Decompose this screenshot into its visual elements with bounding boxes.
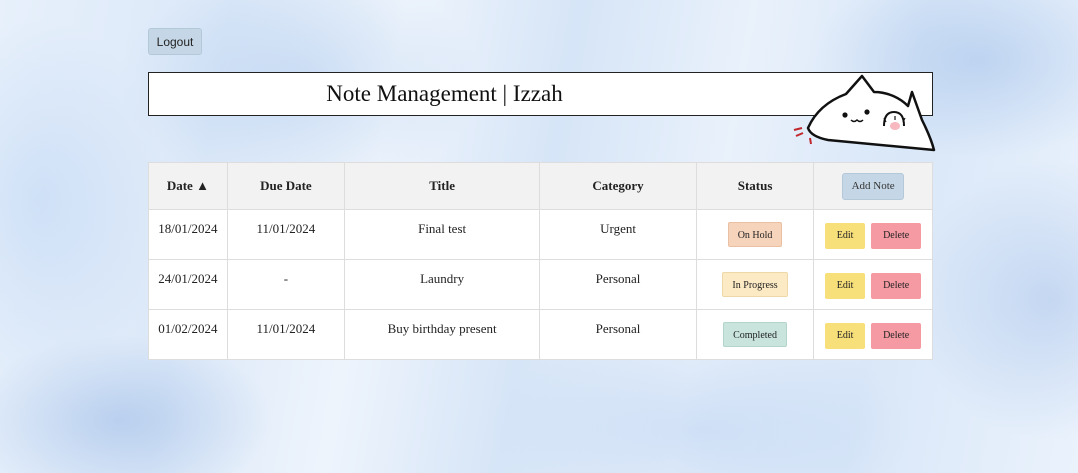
table-row: 24/01/2024 - Laundry Personal In Progres… <box>148 259 933 310</box>
edit-button[interactable]: Edit <box>825 273 866 299</box>
cell-category: Personal <box>539 259 697 310</box>
cell-actions: Edit Delete <box>813 259 933 310</box>
table-row: 18/01/2024 11/01/2024 Final test Urgent … <box>148 209 933 260</box>
cell-due-date: - <box>226 259 346 310</box>
cell-date: 18/01/2024 <box>148 209 228 260</box>
edit-button[interactable]: Edit <box>825 223 866 249</box>
cell-due-date: 11/01/2024 <box>226 309 346 360</box>
page-title: Note Management | Izzah <box>326 81 563 106</box>
delete-button[interactable]: Delete <box>871 273 922 299</box>
cell-due-date: 11/01/2024 <box>226 209 346 260</box>
row-actions: Edit Delete <box>814 273 932 299</box>
cell-status: On Hold <box>695 209 815 260</box>
status-badge: On Hold <box>727 222 783 247</box>
table-row: 01/02/2024 11/01/2024 Buy birthday prese… <box>148 309 933 360</box>
cell-date: 24/01/2024 <box>148 259 228 310</box>
column-header-status: Status <box>695 162 815 210</box>
cell-title: Laundry <box>344 259 541 310</box>
column-header-actions: Add Note <box>813 162 933 210</box>
cell-category: Urgent <box>539 209 697 260</box>
status-badge: In Progress <box>722 272 788 297</box>
column-header-title: Title <box>344 162 541 210</box>
status-badge: Completed <box>723 322 787 347</box>
table-header-row: Date ▲ Due Date Title Category Status Ad… <box>148 162 933 210</box>
cell-actions: Edit Delete <box>813 209 933 260</box>
cell-date: 01/02/2024 <box>148 309 228 360</box>
logout-button[interactable]: Logout <box>148 28 202 55</box>
cell-title: Final test <box>344 209 541 260</box>
cell-title: Buy birthday present <box>344 309 541 360</box>
delete-button[interactable]: Delete <box>871 323 922 349</box>
add-note-button[interactable]: Add Note <box>842 172 905 200</box>
cell-category: Personal <box>539 309 697 360</box>
column-header-date[interactable]: Date ▲ <box>148 162 228 210</box>
column-header-category: Category <box>539 162 697 210</box>
cell-status: Completed <box>695 309 815 360</box>
cat-mascot-icon <box>793 74 936 152</box>
cell-status: In Progress <box>695 259 815 310</box>
column-header-due-date: Due Date <box>226 162 346 210</box>
edit-button[interactable]: Edit <box>825 323 866 349</box>
notes-table: Date ▲ Due Date Title Category Status Ad… <box>148 162 933 360</box>
delete-button[interactable]: Delete <box>871 223 922 249</box>
cell-actions: Edit Delete <box>813 309 933 360</box>
row-actions: Edit Delete <box>814 323 932 349</box>
row-actions: Edit Delete <box>814 223 932 249</box>
